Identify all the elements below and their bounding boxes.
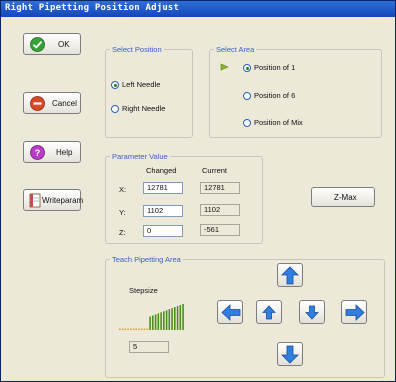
z-changed-input[interactable]: 0	[143, 225, 183, 237]
stepsize-label: Stepsize	[129, 286, 158, 295]
z-axis-label: Z:	[119, 228, 126, 237]
arrow-left-icon	[221, 304, 241, 321]
x-axis-label: X:	[119, 185, 127, 194]
help-button[interactable]: ? Help	[23, 141, 81, 163]
radio-dot	[243, 63, 251, 72]
changed-column-header: Changed	[146, 166, 177, 175]
title-bar[interactable]: Right Pipetting Position Adjust	[1, 1, 395, 17]
right-needle-radio[interactable]: Right Needle	[111, 104, 165, 113]
radio-dot	[243, 118, 251, 127]
writeparam-button[interactable]: Writeparam	[23, 189, 84, 211]
stepsize-bar-empty	[119, 328, 121, 330]
left-needle-label: Left Needle	[122, 80, 161, 89]
right-needle-label: Right Needle	[122, 104, 166, 113]
stepsize-bar-filled	[176, 306, 179, 330]
stepsize-bar-empty	[143, 328, 146, 330]
small-down-button[interactable]	[299, 300, 325, 324]
window-title: Right Pipetting Position Adjust	[5, 3, 180, 13]
stepsize-bar-empty	[127, 328, 129, 330]
z-max-button[interactable]: Z-Max	[311, 187, 375, 207]
y-changed-input[interactable]: 1102	[143, 205, 183, 217]
check-icon	[30, 37, 45, 52]
select-area-legend: Select Area	[216, 45, 255, 54]
document-icon	[29, 193, 41, 208]
move-up-button[interactable]	[277, 263, 303, 287]
help-label: Help	[56, 147, 73, 157]
position-mix-radio[interactable]: Position of Mix	[243, 118, 303, 127]
stepsize-bar-empty	[132, 328, 135, 330]
cancel-button[interactable]: Cancel	[23, 92, 81, 114]
radio-dot	[243, 91, 251, 100]
radio-dot	[111, 104, 119, 113]
stepsize-bar-filled	[154, 314, 157, 330]
writeparam-label: Writeparam	[42, 195, 84, 205]
ok-label: OK	[58, 39, 70, 49]
left-needle-radio[interactable]: Left Needle	[111, 80, 160, 89]
stepsize-bar-filled	[174, 307, 176, 330]
small-arrow-up-icon	[262, 305, 276, 320]
y-axis-label: Y:	[119, 208, 126, 217]
stepsize-bar-filled	[182, 304, 184, 330]
dialog-window: Right Pipetting Position Adjust OK Cance…	[0, 0, 396, 382]
y-current-value: 1102	[200, 204, 240, 216]
cancel-label: Cancel	[52, 98, 77, 108]
z-max-label: Z-Max	[334, 192, 357, 202]
move-down-button[interactable]	[277, 342, 303, 366]
minus-icon	[30, 96, 45, 111]
stepsize-value: 5	[129, 341, 169, 353]
svg-text:?: ?	[35, 148, 41, 158]
stepsize-slider[interactable]	[119, 304, 185, 330]
radio-dot	[111, 80, 119, 89]
question-icon: ?	[30, 145, 45, 160]
select-position-group: Select Position	[105, 45, 193, 138]
current-column-header: Current	[202, 166, 228, 175]
arrow-right-icon	[345, 304, 365, 321]
stepsize-bar-empty	[124, 328, 127, 330]
stepsize-bar-filled	[157, 313, 160, 330]
move-left-button[interactable]	[217, 300, 243, 324]
arrow-down-icon	[281, 345, 299, 364]
stepsize-bar-empty	[141, 328, 143, 330]
position-6-radio[interactable]: Position of 6	[243, 91, 295, 100]
stepsize-bar-empty	[135, 328, 138, 330]
move-right-button[interactable]	[341, 300, 367, 324]
small-arrow-down-icon	[305, 305, 319, 320]
stepsize-bar-filled	[165, 310, 168, 330]
position-1-radio[interactable]: Position of 1	[243, 63, 295, 72]
position-6-label: Position of 6	[254, 91, 296, 100]
stepsize-bar-filled	[152, 315, 154, 330]
position-1-label: Position of 1	[254, 63, 296, 72]
stepsize-bar-empty	[138, 328, 140, 330]
stepsize-bar-empty	[146, 328, 149, 330]
stepsize-bar-empty	[121, 328, 124, 330]
stepsize-bar-filled	[160, 312, 162, 330]
stepsize-bar-filled	[163, 311, 165, 330]
ok-button[interactable]: OK	[23, 33, 81, 55]
arrow-up-icon	[281, 266, 299, 285]
stepsize-bar-filled	[149, 316, 151, 330]
small-up-button[interactable]	[256, 300, 282, 324]
x-changed-input[interactable]: 12781	[143, 182, 183, 194]
stepsize-bar-filled	[171, 308, 173, 330]
stepsize-bar-empty	[130, 328, 132, 330]
select-position-legend: Select Position	[112, 45, 162, 54]
position-mix-label: Position of Mix	[254, 118, 303, 127]
stepsize-bar-filled	[179, 305, 182, 330]
stepsize-bar-filled	[168, 309, 171, 330]
teach-pipetting-legend: Teach Pipetting Area	[112, 255, 181, 264]
x-current-value: 12781	[200, 182, 240, 194]
parameter-value-legend: Parameter Value	[112, 152, 168, 161]
triangle-pointer-icon	[220, 63, 229, 71]
z-current-value: -561	[200, 224, 240, 236]
